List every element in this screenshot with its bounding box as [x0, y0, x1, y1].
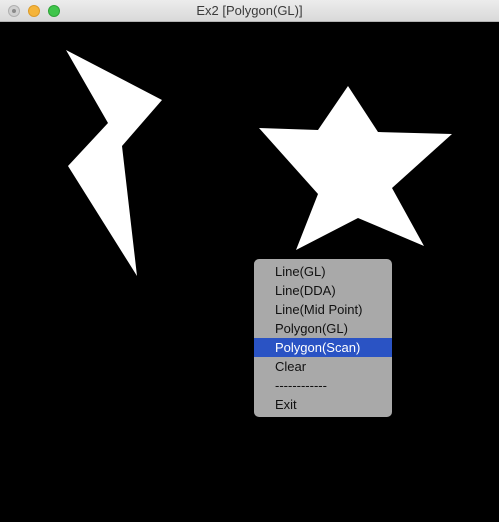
menu-item-line-gl[interactable]: Line(GL) [254, 262, 392, 281]
menu-item-polygon-scan[interactable]: Polygon(Scan) [254, 338, 392, 357]
canvas-drawing [66, 50, 452, 276]
title-bar[interactable]: Ex2 [Polygon(GL)] [0, 0, 499, 22]
window-title: Ex2 [Polygon(GL)] [196, 3, 303, 18]
drawing-canvas[interactable] [0, 22, 499, 522]
menu-item-line-mid-point[interactable]: Line(Mid Point) [254, 300, 392, 319]
menu-item-line-dda[interactable]: Line(DDA) [254, 281, 392, 300]
lightning-polygon [66, 50, 162, 276]
star-polygon [259, 86, 452, 250]
menu-item-clear[interactable]: Clear [254, 357, 392, 376]
app-window: Ex2 [Polygon(GL)] Line(GL) Line(DDA) Lin… [0, 0, 499, 522]
menu-item-polygon-gl[interactable]: Polygon(GL) [254, 319, 392, 338]
context-menu: Line(GL) Line(DDA) Line(Mid Point) Polyg… [254, 259, 392, 417]
menu-item-exit[interactable]: Exit [254, 395, 392, 414]
menu-separator: ------------ [275, 378, 327, 393]
